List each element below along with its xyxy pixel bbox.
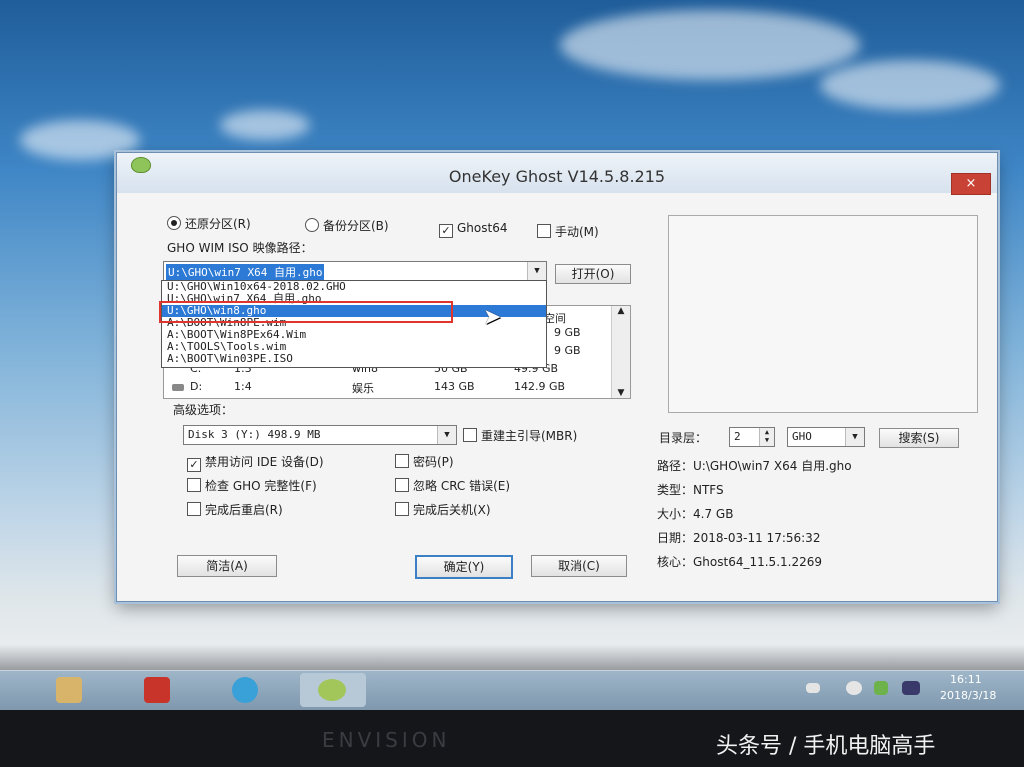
onekey-ghost-taskbar-icon — [318, 679, 346, 701]
backup-label: 备份分区(B) — [323, 219, 389, 233]
restore-label: 还原分区(R) — [185, 217, 251, 231]
scroll-up-icon[interactable]: ▲ — [612, 306, 630, 316]
image-path-combo[interactable]: U:\GHO\win7 X64 自用.gho ▼ — [163, 261, 547, 281]
shutdown-label: 完成后关机(X) — [413, 503, 491, 517]
radio-dot — [305, 218, 319, 232]
shutdown-checkbox[interactable]: 完成后关机(X) — [395, 501, 491, 518]
checkbox-box — [463, 428, 477, 442]
simple-button[interactable]: 简洁(A) — [177, 555, 277, 577]
check-icon: ✓ — [187, 458, 201, 472]
checkbox-box — [537, 224, 551, 238]
table-row[interactable]: D: 1:4 娱乐 143 GB 142.9 GB — [164, 380, 604, 395]
free-cell: 9 GB — [554, 344, 581, 357]
file-type-value: GHO — [792, 430, 812, 443]
rebuild-mbr-checkbox[interactable]: 重建主引导(MBR) — [463, 427, 577, 444]
title-bar: OneKey Ghost V14.5.8.215 × — [117, 153, 997, 195]
reboot-label: 完成后重启(R) — [205, 503, 283, 517]
ok-button[interactable]: 确定(Y) — [415, 555, 513, 579]
info-size: 大小：4.7 GB — [657, 507, 734, 521]
advanced-label: 高级选项： — [173, 403, 234, 417]
display-icon[interactable] — [902, 681, 920, 695]
manual-checkbox[interactable]: 手动(M) — [537, 223, 599, 240]
dir-level-value: 2 — [734, 430, 741, 443]
password-label: 密码(P) — [413, 455, 454, 469]
chevron-down-icon[interactable]: ▼ — [845, 428, 864, 446]
checkbox-box — [395, 478, 409, 492]
image-path-label: GHO WIM ISO 映像路径： — [167, 241, 313, 255]
cloud — [820, 60, 1000, 110]
info-path: 路径：U:\GHO\win7 X64 自用.gho — [657, 459, 852, 473]
preview-pane — [668, 215, 978, 413]
checkbox-box — [187, 502, 201, 516]
check-gho-checkbox[interactable]: 检查 GHO 完整性(F) — [187, 477, 317, 494]
restore-radio[interactable]: 还原分区(R) — [167, 215, 251, 232]
dir-level-label: 目录层： — [659, 431, 708, 445]
ignore-crc-checkbox[interactable]: 忽略 CRC 错误(E) — [395, 477, 510, 494]
chevron-down-icon[interactable]: ▼ — [437, 426, 456, 444]
check-icon: ✓ — [439, 224, 453, 238]
spinner-arrows-icon[interactable]: ▲ ▼ — [759, 428, 774, 446]
checkbox-box — [187, 478, 201, 492]
search-button[interactable]: 搜索(S) — [879, 428, 959, 448]
monitor-bezel: ENVISION 头条号 / 手机电脑高手 — [0, 710, 1024, 767]
free-cell: 142.9 GB — [514, 380, 566, 393]
list-scrollbar[interactable]: ▲ ▼ — [611, 306, 630, 398]
size-cell: 143 GB — [434, 380, 475, 393]
clock-time[interactable]: 16:11 — [950, 673, 982, 686]
manual-label: 手动(M) — [555, 225, 599, 239]
taskbar-app-icon[interactable] — [56, 677, 82, 703]
disk-value: Disk 3 (Y:) 498.9 MB — [188, 428, 321, 441]
disable-ide-checkbox[interactable]: ✓ 禁用访问 IDE 设备(D) — [187, 453, 324, 472]
disable-ide-label: 禁用访问 IDE 设备(D) — [205, 455, 324, 469]
reboot-checkbox[interactable]: 完成后重启(R) — [187, 501, 283, 518]
ghost64-label: Ghost64 — [457, 221, 508, 235]
window-title: OneKey Ghost V14.5.8.215 — [448, 167, 666, 186]
rebuild-mbr-label: 重建主引导(MBR) — [481, 429, 578, 443]
scroll-down-icon[interactable]: ▼ — [612, 388, 630, 398]
chevron-down-icon[interactable]: ▼ — [527, 262, 546, 280]
mouse-cursor-icon: ➤ — [483, 305, 502, 330]
list-item[interactable]: A:\BOOT\Win03PE.ISO — [162, 353, 546, 365]
ghost64-checkbox[interactable]: ✓ Ghost64 — [439, 221, 507, 238]
open-button[interactable]: 打开(O) — [555, 264, 631, 284]
dir-level-spinner[interactable]: 2 ▲ ▼ — [729, 427, 775, 447]
disk-select[interactable]: Disk 3 (Y:) 498.9 MB ▼ — [183, 425, 457, 445]
label-cell: 娱乐 — [352, 382, 374, 395]
checkbox-box — [395, 502, 409, 516]
clock-date[interactable]: 2018/3/18 — [940, 689, 996, 702]
ignore-crc-label: 忽略 CRC 错误(E) — [413, 479, 511, 493]
radio-dot — [167, 216, 181, 230]
watermark: 头条号 / 手机电脑高手 — [716, 734, 936, 759]
cloud — [560, 10, 860, 80]
taskbar-app-icon[interactable] — [144, 677, 170, 703]
column-free-header: 空间 — [544, 312, 566, 325]
checkbox-box — [395, 454, 409, 468]
cancel-button[interactable]: 取消(C) — [531, 555, 627, 577]
image-path-value: U:\GHO\win7 X64 自用.gho — [166, 264, 325, 280]
drive-cell: D: — [190, 380, 203, 393]
part-cell: 1:4 — [234, 380, 252, 393]
onekey-ghost-window: OneKey Ghost V14.5.8.215 × 还原分区(R) 备份分区(… — [116, 152, 998, 602]
file-type-select[interactable]: GHO ▼ — [787, 427, 865, 447]
cloud — [220, 110, 310, 140]
bezel-brand: ENVISION — [322, 728, 451, 752]
taskbar: 16:11 2018/3/18 — [0, 670, 1024, 711]
drive-icon — [172, 384, 184, 391]
free-cell: 9 GB — [554, 326, 581, 339]
info-type: 类型：NTFS — [657, 483, 724, 497]
password-checkbox[interactable]: 密码(P) — [395, 453, 454, 470]
tray-icon[interactable] — [846, 681, 862, 695]
backup-radio[interactable]: 备份分区(B) — [305, 217, 389, 234]
info-date: 日期：2018-03-11 17:56:32 — [657, 531, 821, 545]
network-icon[interactable] — [874, 681, 888, 695]
close-button[interactable]: × — [951, 173, 991, 195]
check-gho-label: 检查 GHO 完整性(F) — [205, 479, 317, 493]
info-core: 核心：Ghost64_11.5.1.2269 — [657, 555, 822, 569]
highlight-box — [159, 301, 453, 323]
tray-icon[interactable] — [806, 683, 820, 693]
taskbar-app-icon[interactable] — [232, 677, 258, 703]
